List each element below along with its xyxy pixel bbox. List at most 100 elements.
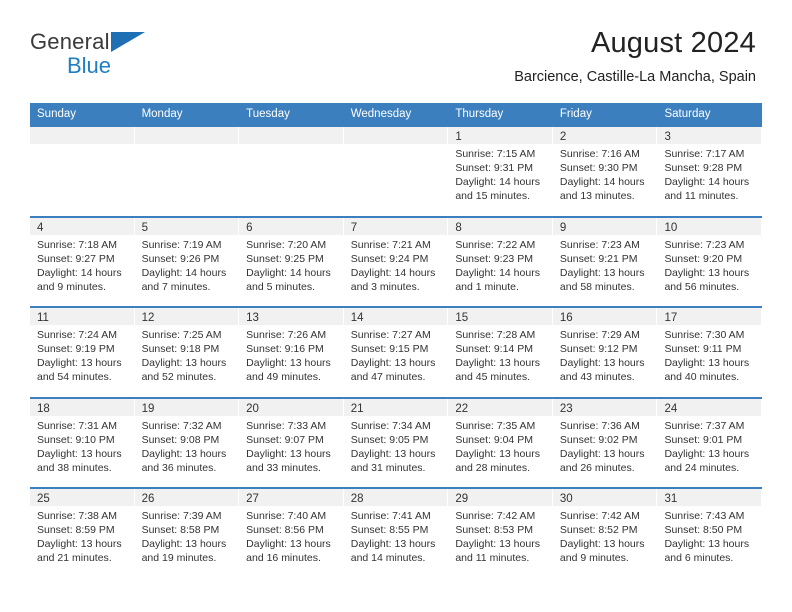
day-number: 16 [559,312,573,324]
daylight-duration-line2: and 26 minutes. [559,461,635,474]
sunrise-time: Sunrise: 7:23 AM [664,238,745,251]
calendar-day-cell[interactable]: 22 Sunrise: 7:35 AM Sunset: 9:04 PM Dayligh… [448,398,553,487]
calendar-week-row: 11 Sunrise: 7:24 AM Sunset: 9:19 PM Dayligh… [30,306,763,397]
day-details: Sunrise: 7:31 AM Sunset: 9:10 PM Daylight:… [30,416,134,475]
day-details: Sunrise: 7:18 AM Sunset: 9:27 PM Daylight:… [30,235,134,294]
calendar-grid: Sunday Monday Tuesday Wednesday Thursday… [30,103,763,578]
daylight-duration-line1: Daylight: 14 hours [664,176,750,189]
calendar-day-cell[interactable]: 20 Sunrise: 7:33 AM Sunset: 9:07 PM Dayligh… [239,398,344,487]
calendar-day-cell[interactable]: 14 Sunrise: 7:27 AM Sunset: 9:15 PM Dayligh… [343,308,449,397]
calendar-day-cell[interactable]: 10 Sunrise: 7:23 AM Sunset: 9:20 PM Dayligh… [657,217,763,306]
calendar-day-cell[interactable]: 15 Sunrise: 7:28 AM Sunset: 9:14 PM Dayligh… [448,308,553,397]
day-number: 7 [350,221,358,234]
calendar-day-cell[interactable]: 18 Sunrise: 7:31 AM Sunset: 9:10 PM Dayligh… [30,398,135,487]
sunrise-time: Sunrise: 7:37 AM [664,419,745,432]
calendar-day-cell[interactable]: 29 Sunrise: 7:42 AM Sunset: 8:53 PM Dayligh… [448,489,553,578]
calendar-day-cell[interactable]: 8 Sunrise: 7:22 AM Sunset: 9:23 PM Daylight… [448,217,553,306]
day-number: 25 [37,493,50,505]
sunrise-time: Sunrise: 7:35 AM [455,419,536,432]
calendar-week-row: 18 Sunrise: 7:31 AM Sunset: 9:10 PM Dayligh… [30,396,763,487]
calendar-day-cell[interactable]: 4 Sunrise: 7:18 AM Sunset: 9:27 PM Daylight… [30,217,135,306]
daylight-duration-line2: and 1 minute. [455,280,519,293]
day-number: 24 [664,402,678,415]
day-details: Sunrise: 7:42 AM Sunset: 8:52 PM Daylight:… [553,506,657,565]
day-number: 17 [664,312,678,324]
calendar-day-cell[interactable]: 7 Sunrise: 7:21 AM Sunset: 9:24 PM Daylight… [343,217,449,306]
daylight-duration-line1: Daylight: 13 hours [350,538,436,551]
calendar-day-cell[interactable]: 21 Sunrise: 7:34 AM Sunset: 9:05 PM Dayligh… [343,398,449,487]
calendar-day-cell[interactable]: 5 Sunrise: 7:19 AM Sunset: 9:26 PM Daylight… [134,217,240,306]
daylight-duration-line1: Daylight: 13 hours [141,357,227,370]
day-details: Sunrise: 7:15 AM Sunset: 9:31 PM Daylight:… [448,144,552,203]
sunrise-time: Sunrise: 7:42 AM [455,510,536,522]
calendar-day-cell[interactable]: 23 Sunrise: 7:36 AM Sunset: 9:02 PM Dayligh… [552,398,658,487]
daylight-duration-line1: Daylight: 13 hours [37,447,122,460]
daylight-duration-line1: Daylight: 14 hours [37,266,122,279]
calendar-day-cell[interactable]: 25 Sunrise: 7:38 AM Sunset: 8:59 PM Dayligh… [30,489,135,578]
day-details: Sunrise: 7:33 AM Sunset: 9:07 PM Daylight:… [239,416,343,475]
calendar-day-cell[interactable]: 17 Sunrise: 7:30 AM Sunset: 9:11 PM Dayligh… [657,308,763,397]
brand-logo[interactable]: General Blue [30,30,210,82]
day-number: 3 [664,131,671,143]
day-details: Sunrise: 7:34 AM Sunset: 9:05 PM Daylight:… [344,416,448,475]
calendar-week-row: 25 Sunrise: 7:38 AM Sunset: 8:59 PM Dayligh… [30,487,763,578]
day-number: 23 [559,402,573,415]
daylight-duration-line2: and 5 minutes. [246,280,316,293]
day-number: 11 [37,312,49,324]
day-number-band: 26 [134,489,239,506]
day-details: Sunrise: 7:25 AM Sunset: 9:18 PM Daylight:… [135,325,239,384]
sunset-time: Sunset: 9:14 PM [455,343,533,356]
calendar-day-cell[interactable]: 28 Sunrise: 7:41 AM Sunset: 8:55 PM Dayligh… [343,489,449,578]
day-number-band: 23 [552,398,657,416]
daylight-duration-line1: Daylight: 13 hours [141,538,227,551]
day-number: 27 [246,493,259,505]
calendar-day-cell[interactable]: 3 Sunrise: 7:17 AM Sunset: 9:28 PM Daylight… [657,127,763,216]
calendar-day-cell[interactable]: 6 Sunrise: 7:20 AM Sunset: 9:25 PM Daylight… [239,217,344,306]
day-details: Sunrise: 7:17 AM Sunset: 9:28 PM Daylight:… [657,144,761,203]
calendar-day-cell[interactable]: 31 Sunrise: 7:43 AM Sunset: 8:50 PM Dayligh… [657,489,763,578]
daylight-duration-line1: Daylight: 13 hours [246,357,331,370]
day-details: Sunrise: 7:40 AM Sunset: 8:56 PM Daylight:… [239,506,343,565]
daylight-duration-line2: and 56 minutes. [664,280,740,293]
calendar-day-cell[interactable]: 9 Sunrise: 7:23 AM Sunset: 9:21 PM Daylight… [552,217,658,306]
sunset-time: Sunset: 8:50 PM [664,524,743,537]
daylight-duration-line1: Daylight: 13 hours [664,447,750,460]
daylight-duration-line1: Daylight: 13 hours [455,357,540,370]
daylight-duration-line2: and 40 minutes. [664,371,740,384]
sunset-time: Sunset: 9:27 PM [37,252,115,265]
sunset-time: Sunset: 9:01 PM [664,433,743,446]
calendar-day-cell[interactable]: 12 Sunrise: 7:25 AM Sunset: 9:18 PM Dayligh… [134,308,240,397]
day-number-band [343,127,448,144]
sunrise-time: Sunrise: 7:27 AM [350,329,431,341]
sunset-time: Sunset: 9:31 PM [455,162,533,175]
calendar-day-cell[interactable]: 24 Sunrise: 7:37 AM Sunset: 9:01 PM Dayligh… [657,398,763,487]
calendar-day-cell[interactable]: 11 Sunrise: 7:24 AM Sunset: 9:19 PM Dayligh… [30,308,135,397]
calendar-day-cell[interactable]: 19 Sunrise: 7:32 AM Sunset: 9:08 PM Dayligh… [134,398,240,487]
calendar-day-cell[interactable]: 26 Sunrise: 7:39 AM Sunset: 8:58 PM Dayligh… [134,489,240,578]
weekday-header-monday: Monday [141,108,183,120]
day-details: Sunrise: 7:43 AM Sunset: 8:50 PM Daylight:… [657,506,761,565]
daylight-duration-line1: Daylight: 13 hours [350,357,436,370]
calendar-day-cell[interactable]: 30 Sunrise: 7:42 AM Sunset: 8:52 PM Dayligh… [552,489,658,578]
day-number-band: 31 [657,489,762,506]
daylight-duration-line2: and 6 minutes. [664,552,734,565]
calendar-day-cell[interactable]: 13 Sunrise: 7:26 AM Sunset: 9:16 PM Dayligh… [239,308,344,397]
calendar-day-cell[interactable]: 16 Sunrise: 7:29 AM Sunset: 9:12 PM Dayligh… [552,308,658,397]
daylight-duration-line2: and 33 minutes. [246,461,321,474]
calendar-day-cell[interactable]: 27 Sunrise: 7:40 AM Sunset: 8:56 PM Dayligh… [239,489,344,578]
day-number: 2 [559,131,567,143]
daylight-duration-line1: Daylight: 13 hours [559,447,645,460]
sunrise-time: Sunrise: 7:40 AM [246,510,327,522]
daylight-duration-line2: and 24 minutes. [664,461,740,474]
calendar-day-cell[interactable]: 1 Sunrise: 7:15 AM Sunset: 9:31 PM Daylight… [448,127,553,216]
day-details: Sunrise: 7:19 AM Sunset: 9:26 PM Daylight:… [135,235,239,294]
day-number-band: 30 [552,489,657,506]
sunset-time: Sunset: 9:25 PM [246,252,324,265]
sunrise-time: Sunrise: 7:33 AM [246,419,327,432]
daylight-duration-line1: Daylight: 13 hours [141,447,227,460]
daylight-duration-line1: Daylight: 13 hours [246,447,331,460]
calendar-day-cell[interactable]: 2 Sunrise: 7:16 AM Sunset: 9:30 PM Daylight… [552,127,658,216]
day-number-band: 12 [134,308,239,325]
day-number-band: 9 [552,217,657,235]
page-subtitle: Barcience, Castille-La Mancha, Spain [514,69,756,85]
